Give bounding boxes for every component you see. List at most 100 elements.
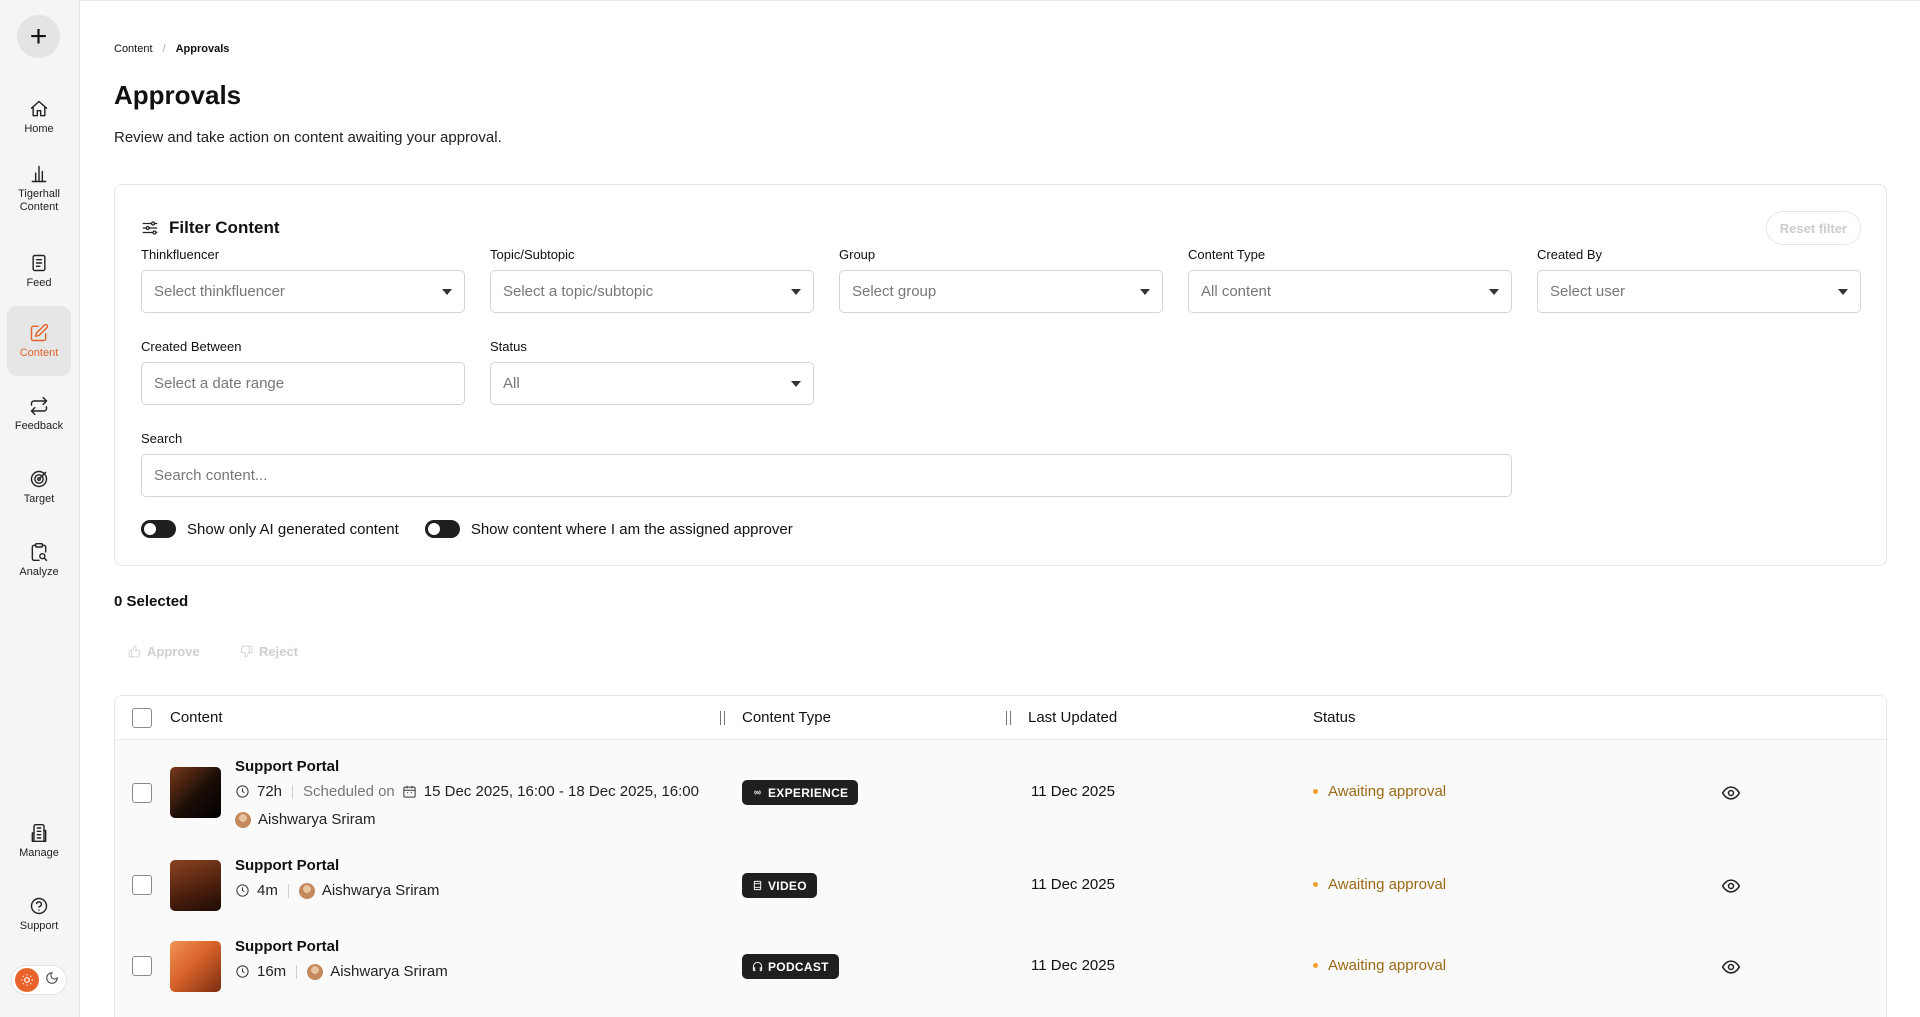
row-checkbox[interactable] [132, 783, 152, 803]
sidebar-item-label: Content [19, 346, 59, 359]
group-select[interactable]: Select group [839, 270, 1163, 313]
content-duration: 4m [257, 882, 278, 899]
status-field: Status All [490, 339, 814, 405]
select-value: All content [1201, 283, 1272, 300]
content-meta: 72h Scheduled on 15 Dec 2025, 16:00 - 18… [235, 783, 699, 800]
status-select[interactable]: All [490, 362, 814, 405]
status-dot [1313, 789, 1318, 794]
content-thumbnail [170, 941, 221, 992]
table-row[interactable]: Support Portal 16m Aishwarya Sriram PODC… [115, 926, 1886, 1007]
filter-title: Filter Content [169, 218, 280, 237]
table-row[interactable]: Support Portal 4m Aishwarya Sriram VIDEO… [115, 845, 1886, 926]
theme-toggle[interactable] [11, 965, 67, 995]
select-all-checkbox[interactable] [132, 708, 152, 728]
table-row[interactable]: Support Portal 72h Scheduled on 15 Dec 2… [115, 740, 1886, 845]
sidebar-item-manage[interactable]: Manage [7, 806, 71, 876]
moon-icon[interactable] [45, 971, 59, 990]
edit-icon [30, 323, 49, 341]
author-avatar [235, 811, 251, 828]
last-updated-date: 11 Dec 2025 [1031, 957, 1115, 974]
app-root: + Home Tigerhall Content Feed Content Fe… [0, 0, 1920, 1017]
sidebar-item-label: Tigerhall Content [18, 188, 60, 213]
field-label: Group [839, 247, 876, 262]
toggle-label: Show only AI generated content [187, 520, 399, 538]
sidebar-item-label: Feedback [14, 419, 64, 432]
scheduled-label: Scheduled on [303, 783, 395, 800]
status-badge: Awaiting approval [1313, 876, 1446, 893]
field-label: Content Type [1188, 247, 1266, 262]
created-by-field: Created By Select user [1537, 247, 1861, 313]
table-header: Content Content Type Last Updated Status [115, 696, 1886, 740]
select-placeholder: Select user [1550, 283, 1626, 300]
select-placeholder: Select thinkfluencer [154, 283, 285, 300]
eye-icon [1721, 879, 1741, 893]
caret-down-icon [442, 288, 452, 295]
caret-down-icon [1489, 288, 1499, 295]
page-title: Approvals [114, 80, 242, 110]
sidebar-item-feed[interactable]: Feed [7, 236, 71, 306]
status-badge: Awaiting approval [1313, 783, 1446, 800]
reject-button[interactable]: Reject [240, 644, 298, 659]
assigned-approver-toggle[interactable] [424, 520, 460, 538]
column-resize-handle[interactable] [1006, 711, 1011, 725]
sidebar-item-support[interactable]: Support [7, 879, 71, 949]
toggle-group: Show only AI generated content Show cont… [141, 520, 793, 538]
author-name: Aishwarya Sriram [321, 882, 440, 899]
filter-header: Filter Content [141, 218, 280, 238]
meta-divider [287, 883, 289, 898]
input-placeholder: Search content... [154, 467, 268, 484]
column-resize-handle[interactable] [720, 711, 725, 725]
created-by-select[interactable]: Select user [1537, 270, 1861, 313]
view-button[interactable] [1721, 783, 1741, 803]
sidebar-item-home[interactable]: Home [7, 82, 71, 152]
clock-icon [236, 965, 249, 978]
column-header-status[interactable]: Status [1313, 709, 1356, 726]
sidebar-item-feedback[interactable]: Feedback [7, 379, 71, 449]
sidebar-item-label: Support [19, 919, 59, 932]
home-icon [30, 100, 48, 116]
target-icon [30, 470, 48, 487]
field-label: Created By [1537, 247, 1603, 262]
input-placeholder: Select a date range [154, 375, 285, 392]
date-range-input[interactable]: Select a date range [141, 362, 465, 405]
status-dot [1313, 963, 1318, 968]
topic-select[interactable]: Select a topic/subtopic [490, 270, 814, 313]
approve-button[interactable]: Approve [128, 644, 200, 659]
content-title[interactable]: Support Portal [235, 938, 339, 955]
caret-down-icon [791, 288, 801, 295]
row-checkbox[interactable] [132, 875, 152, 895]
column-header-content[interactable]: Content [170, 709, 223, 726]
repeat-icon [30, 396, 48, 415]
thinkfluencer-select[interactable]: Select thinkfluencer [141, 270, 465, 313]
assigned-approver-toggle-row: Show content where I am the assigned app… [424, 520, 793, 538]
search-input[interactable]: Search content... [141, 454, 1512, 497]
ai-content-toggle[interactable] [141, 520, 176, 538]
sidebar-item-analyze[interactable]: Analyze [7, 525, 71, 595]
sidebar-item-content[interactable]: Content [7, 306, 71, 376]
sidebar-item-label: Analyze [19, 565, 59, 578]
view-button[interactable] [1721, 957, 1741, 977]
sidebar-item-label: Manage [19, 846, 59, 859]
broadcast-icon [754, 790, 761, 795]
content-title[interactable]: Support Portal [235, 758, 339, 775]
row-checkbox[interactable] [132, 956, 152, 976]
content-type-badge: VIDEO [742, 873, 817, 898]
last-updated-date: 11 Dec 2025 [1031, 783, 1115, 800]
bar-chart-icon [31, 165, 47, 183]
column-header-content-type[interactable]: Content Type [742, 709, 831, 726]
breadcrumb-parent[interactable]: Content [114, 43, 153, 55]
feed-icon [32, 254, 46, 271]
content-meta: 16m Aishwarya Sriram [235, 963, 448, 980]
create-button[interactable]: + [17, 15, 60, 58]
content-type-select[interactable]: All content [1188, 270, 1512, 313]
search-field: Search Search content... [141, 431, 1512, 497]
content-title[interactable]: Support Portal [235, 857, 339, 874]
reset-filter-button[interactable]: Reset filter [1765, 211, 1861, 245]
sidebar-item-target[interactable]: Target [7, 452, 71, 522]
status-dot [1313, 882, 1318, 887]
view-button[interactable] [1721, 876, 1741, 896]
sun-icon[interactable] [15, 968, 39, 992]
column-header-last-updated[interactable]: Last Updated [1028, 709, 1117, 726]
clock-icon [236, 884, 249, 897]
sidebar-item-tigerhall-content[interactable]: Tigerhall Content [7, 154, 71, 224]
